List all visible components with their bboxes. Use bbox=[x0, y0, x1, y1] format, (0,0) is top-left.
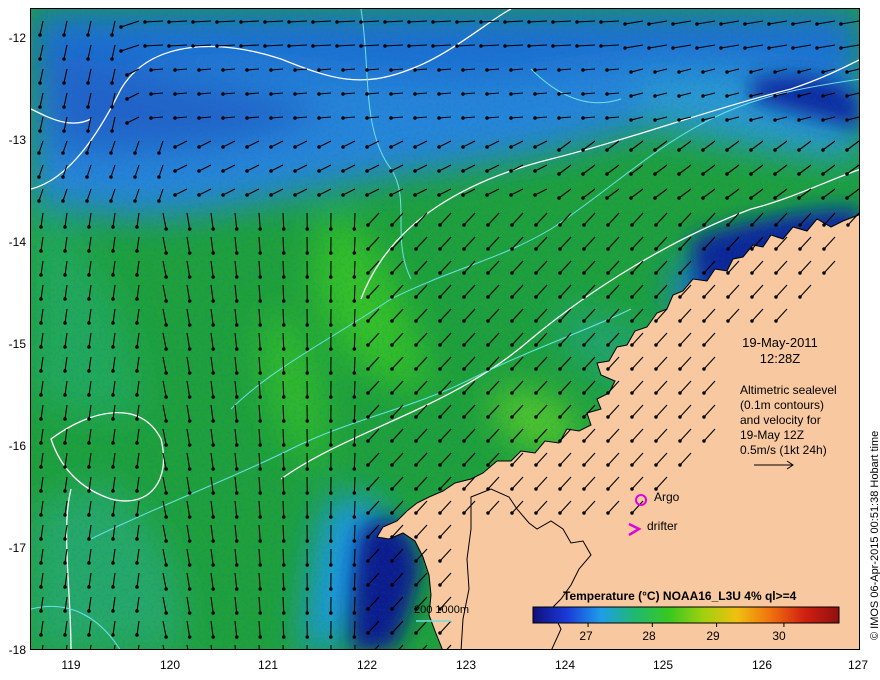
lon-label-121: 121 bbox=[257, 658, 279, 672]
velocity-arrow bbox=[281, 332, 286, 351]
velocity-arrow bbox=[352, 308, 357, 327]
lat-label-15: -15 bbox=[8, 337, 26, 351]
imos-credit: © IMOS 06-Apr-2015 00:51:38 Hobart time bbox=[869, 430, 880, 640]
colorbar-label-30: 30 bbox=[772, 629, 786, 643]
velocity-arrow bbox=[352, 620, 357, 639]
velocity-arrow bbox=[352, 452, 357, 471]
velocity-arrow bbox=[352, 284, 357, 303]
map-time: 12:28Z bbox=[759, 351, 801, 366]
lat-label-18: -18 bbox=[8, 643, 26, 657]
lat-label-16: -16 bbox=[8, 439, 26, 453]
lon-label-122: 122 bbox=[356, 658, 378, 672]
velocity-arrow bbox=[281, 476, 286, 495]
velocity-arrow bbox=[352, 548, 357, 567]
velocity-arrow bbox=[281, 380, 286, 399]
velocity-arrow bbox=[281, 596, 286, 615]
lon-label-127: 127 bbox=[847, 658, 869, 672]
velocity-arrow bbox=[352, 236, 357, 255]
velocity-arrow bbox=[281, 620, 286, 639]
velocity-arrow bbox=[281, 212, 286, 231]
lat-label-13: -13 bbox=[8, 133, 26, 147]
sst-map bbox=[30, 8, 860, 650]
velocity-arrow bbox=[281, 260, 286, 279]
velocity-arrow bbox=[281, 356, 286, 375]
colorbar-label-27: 27 bbox=[579, 629, 593, 643]
lat-label-14: -14 bbox=[8, 235, 26, 249]
colorbar-gradient bbox=[532, 606, 840, 624]
velocity-arrow bbox=[352, 524, 357, 543]
info-line: and velocity for bbox=[740, 413, 821, 427]
altimetry-info: Altimetric sealevel (0.1m contours) and … bbox=[740, 383, 837, 458]
drifter-label: drifter bbox=[647, 519, 678, 533]
velocity-arrow bbox=[352, 380, 357, 399]
lon-label-119: 119 bbox=[61, 658, 81, 672]
depth-scale-label: 200 1000m bbox=[414, 604, 470, 616]
velocity-arrow bbox=[281, 500, 286, 519]
lat-label-17: -17 bbox=[8, 541, 26, 555]
lon-label-120: 120 bbox=[159, 658, 181, 672]
velocity-arrow bbox=[281, 404, 286, 423]
velocity-arrow bbox=[352, 356, 357, 375]
lon-label-123: 123 bbox=[455, 658, 477, 672]
velocity-arrow bbox=[281, 284, 286, 303]
velocity-arrow bbox=[281, 524, 286, 543]
velocity-arrow bbox=[281, 572, 286, 591]
velocity-arrow bbox=[352, 476, 357, 495]
velocity-arrow bbox=[281, 548, 286, 567]
lat-label-12: -12 bbox=[8, 31, 26, 45]
lon-label-125: 125 bbox=[652, 658, 674, 672]
legend-title: Temperature (°C) NOAA16_L3U 4% ql>=4 bbox=[563, 589, 797, 603]
velocity-arrow bbox=[352, 428, 357, 447]
info-line: 0.5m/s (1kt 24h) bbox=[740, 443, 827, 457]
velocity-arrow bbox=[281, 452, 286, 471]
velocity-arrow bbox=[354, 644, 356, 649]
velocity-arrow bbox=[281, 428, 286, 447]
colorbar-label-29: 29 bbox=[706, 629, 720, 643]
date-time-block: 19-May-2011 12:28Z bbox=[740, 335, 820, 367]
colorbar-label-28: 28 bbox=[642, 629, 656, 643]
sst-map-canvas bbox=[31, 9, 859, 649]
velocity-arrow bbox=[352, 572, 357, 591]
lon-label-126: 126 bbox=[751, 658, 773, 672]
velocity-arrow bbox=[352, 500, 357, 519]
info-line: Altimetric sealevel bbox=[740, 383, 837, 397]
argo-label: Argo bbox=[654, 490, 680, 504]
velocity-arrow bbox=[281, 308, 286, 327]
velocity-arrow bbox=[352, 332, 357, 351]
lon-label-124: 124 bbox=[554, 658, 576, 672]
info-line: 19-May 12Z bbox=[740, 428, 805, 442]
velocity-arrow bbox=[352, 596, 357, 615]
info-line: (0.1m contours) bbox=[740, 398, 825, 412]
velocity-arrow bbox=[352, 212, 357, 231]
map-date: 19-May-2011 bbox=[742, 335, 818, 350]
velocity-arrow bbox=[281, 236, 286, 255]
velocity-arrow bbox=[352, 260, 357, 279]
velocity-arrow bbox=[352, 404, 357, 423]
